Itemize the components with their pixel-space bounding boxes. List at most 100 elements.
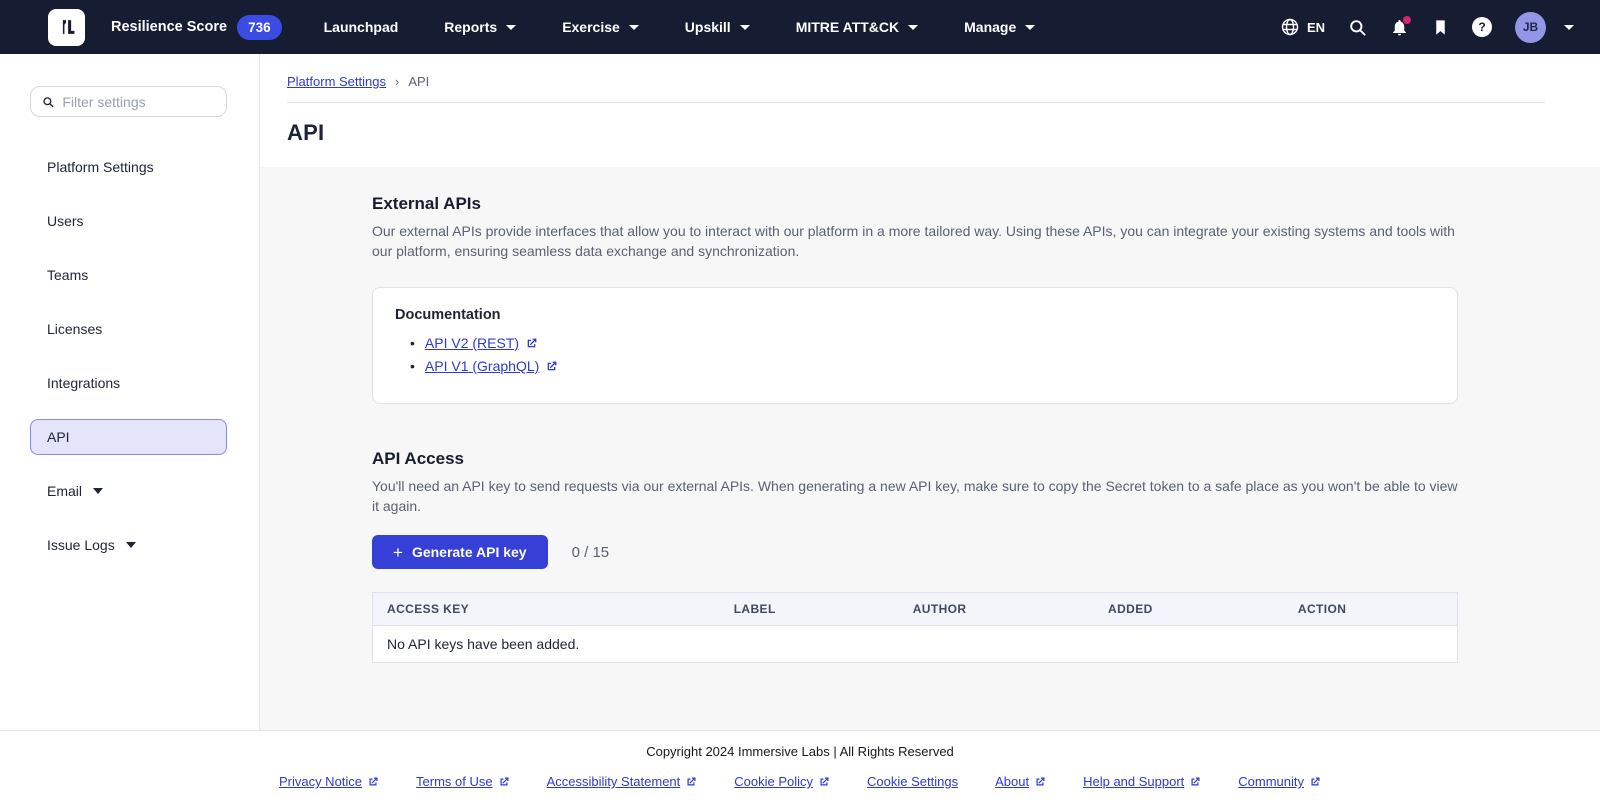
column-header-action: ACTION bbox=[1283, 592, 1458, 626]
breadcrumb-separator: › bbox=[395, 74, 400, 89]
avatar: JB bbox=[1515, 11, 1546, 43]
external-apis-heading: External APIs bbox=[372, 194, 481, 213]
header-divider bbox=[287, 102, 1545, 103]
generate-api-key-button[interactable]: + Generate API key bbox=[372, 535, 548, 569]
notification-dot bbox=[1403, 15, 1411, 24]
search-icon bbox=[1350, 19, 1366, 36]
settings-nav-list: Platform Settings Users Teams Licenses I… bbox=[0, 149, 259, 563]
sidebar-item-integrations[interactable]: Integrations bbox=[30, 365, 227, 401]
filter-settings-box bbox=[30, 86, 227, 117]
bookmark-icon bbox=[1436, 19, 1445, 35]
external-link-icon bbox=[820, 777, 829, 785]
page-header: Platform Settings › API API bbox=[260, 54, 1600, 167]
primary-nav: Launchpad Reports Exercise Upskill MITRE… bbox=[324, 19, 1036, 35]
nav-item-reports[interactable]: Reports bbox=[444, 19, 517, 35]
list-item: • API V2 (REST) bbox=[410, 335, 1435, 351]
help-button[interactable]: ? bbox=[1472, 17, 1492, 37]
sidebar-item-teams[interactable]: Teams bbox=[30, 257, 227, 293]
privacy-notice-link[interactable]: Privacy Notice bbox=[279, 774, 379, 789]
api-access-heading: API Access bbox=[372, 449, 464, 468]
column-header-author: AUTHOR bbox=[898, 592, 1094, 626]
api-key-count: 0 / 15 bbox=[571, 543, 610, 561]
logo-glyph-icon bbox=[62, 20, 74, 34]
community-link[interactable]: Community bbox=[1238, 774, 1321, 789]
app-shell: Resilience Score 736 Launchpad Reports E… bbox=[0, 0, 1600, 808]
content-panel: External APIs Our external APIs provide … bbox=[260, 167, 1600, 730]
documentation-links: • API V2 (REST) • API V1 (GraphQL) bbox=[395, 335, 1435, 374]
chevron-down-icon bbox=[125, 542, 136, 548]
bullet-icon: • bbox=[410, 335, 415, 351]
language-code: EN bbox=[1306, 19, 1325, 35]
external-link-icon bbox=[500, 777, 509, 785]
breadcrumb: Platform Settings › API bbox=[287, 74, 1545, 89]
documentation-card: Documentation • API V2 (REST) • API V1 (… bbox=[372, 287, 1458, 404]
empty-table-message: No API keys have been added. bbox=[387, 636, 580, 652]
external-link-icon bbox=[548, 361, 557, 370]
documentation-heading: Documentation bbox=[395, 307, 501, 323]
navbar-actions: EN ? JB bbox=[1280, 11, 1574, 43]
nav-item-exercise[interactable]: Exercise bbox=[562, 19, 639, 35]
chevron-down-icon bbox=[739, 24, 750, 30]
sidebar-item-email[interactable]: Email bbox=[30, 473, 227, 509]
footer-links: Privacy Notice Terms of Use Accessibilit… bbox=[0, 774, 1600, 789]
top-navbar: Resilience Score 736 Launchpad Reports E… bbox=[0, 0, 1600, 54]
notifications-button[interactable] bbox=[1390, 15, 1411, 37]
sidebar-item-api[interactable]: API bbox=[30, 419, 227, 455]
user-menu[interactable]: JB bbox=[1515, 11, 1574, 43]
column-header-added: ADDED bbox=[1094, 592, 1284, 626]
chevron-down-icon bbox=[1564, 24, 1574, 30]
bookmarks-button[interactable] bbox=[1432, 18, 1449, 37]
immersive-labs-logo[interactable] bbox=[48, 8, 85, 46]
filter-settings-input[interactable] bbox=[62, 93, 215, 110]
api-keys-table-header: ACCESS KEY LABEL AUTHOR ADDED ACTION bbox=[372, 592, 1458, 626]
breadcrumb-current: API bbox=[408, 74, 430, 89]
nav-item-launchpad[interactable]: Launchpad bbox=[324, 19, 399, 35]
chevron-down-icon bbox=[628, 24, 639, 30]
help-icon: ? bbox=[1472, 17, 1492, 37]
sidebar-item-licenses[interactable]: Licenses bbox=[30, 311, 227, 347]
column-header-label: LABEL bbox=[719, 592, 899, 626]
external-link-icon bbox=[527, 338, 537, 347]
language-selector[interactable]: EN bbox=[1280, 17, 1325, 37]
sidebar-item-issue-logs[interactable]: Issue Logs bbox=[30, 527, 227, 563]
api-v1-graphql-link[interactable]: API V1 (GraphQL) bbox=[425, 358, 558, 374]
nav-item-mitre-attack[interactable]: MITRE ATT&CK bbox=[796, 19, 919, 35]
cookie-settings-link[interactable]: Cookie Settings bbox=[867, 774, 958, 789]
api-v2-rest-link[interactable]: API V2 (REST) bbox=[425, 335, 538, 351]
external-apis-section: External APIs Our external APIs provide … bbox=[372, 194, 1458, 404]
external-link-icon bbox=[1191, 777, 1200, 785]
about-link[interactable]: About bbox=[995, 774, 1046, 789]
nav-item-upskill[interactable]: Upskill bbox=[685, 19, 750, 35]
sidebar-item-users[interactable]: Users bbox=[30, 203, 227, 239]
plus-icon: + bbox=[393, 542, 403, 562]
resilience-score-badge: 736 bbox=[237, 14, 282, 40]
help-and-support-link[interactable]: Help and Support bbox=[1083, 774, 1201, 789]
resilience-score-label: Resilience Score bbox=[111, 19, 228, 35]
external-link-icon bbox=[1311, 777, 1320, 785]
resilience-score[interactable]: Resilience Score 736 bbox=[111, 14, 282, 40]
external-apis-description: Our external APIs provide interfaces tha… bbox=[372, 223, 1455, 259]
table-row: No API keys have been added. bbox=[373, 626, 1458, 663]
globe-icon bbox=[1281, 18, 1299, 36]
sidebar-item-platform-settings[interactable]: Platform Settings bbox=[30, 149, 227, 185]
settings-sidebar: Platform Settings Users Teams Licenses I… bbox=[0, 54, 260, 730]
api-keys-table: ACCESS KEY LABEL AUTHOR ADDED ACTION No … bbox=[372, 592, 1458, 663]
search-icon bbox=[43, 96, 54, 107]
external-link-icon bbox=[1036, 777, 1045, 785]
terms-of-use-link[interactable]: Terms of Use bbox=[416, 774, 510, 789]
bullet-icon: • bbox=[410, 358, 415, 374]
chevron-down-icon bbox=[908, 24, 919, 30]
breadcrumb-platform-settings-link[interactable]: Platform Settings bbox=[287, 74, 386, 89]
cookie-policy-link[interactable]: Cookie Policy bbox=[734, 774, 830, 789]
chevron-down-icon bbox=[93, 488, 104, 494]
main-content: Platform Settings › API API External API… bbox=[260, 54, 1600, 730]
external-link-icon bbox=[369, 777, 378, 785]
accessibility-statement-link[interactable]: Accessibility Statement bbox=[547, 774, 698, 789]
chevron-down-icon bbox=[1025, 24, 1036, 30]
external-link-icon bbox=[687, 777, 696, 785]
search-button[interactable] bbox=[1348, 18, 1367, 37]
nav-item-manage[interactable]: Manage bbox=[964, 19, 1036, 35]
column-header-access-key: ACCESS KEY bbox=[372, 592, 720, 626]
api-key-actions-row: + Generate API key 0 / 15 bbox=[372, 535, 1458, 569]
chevron-down-icon bbox=[506, 24, 517, 30]
